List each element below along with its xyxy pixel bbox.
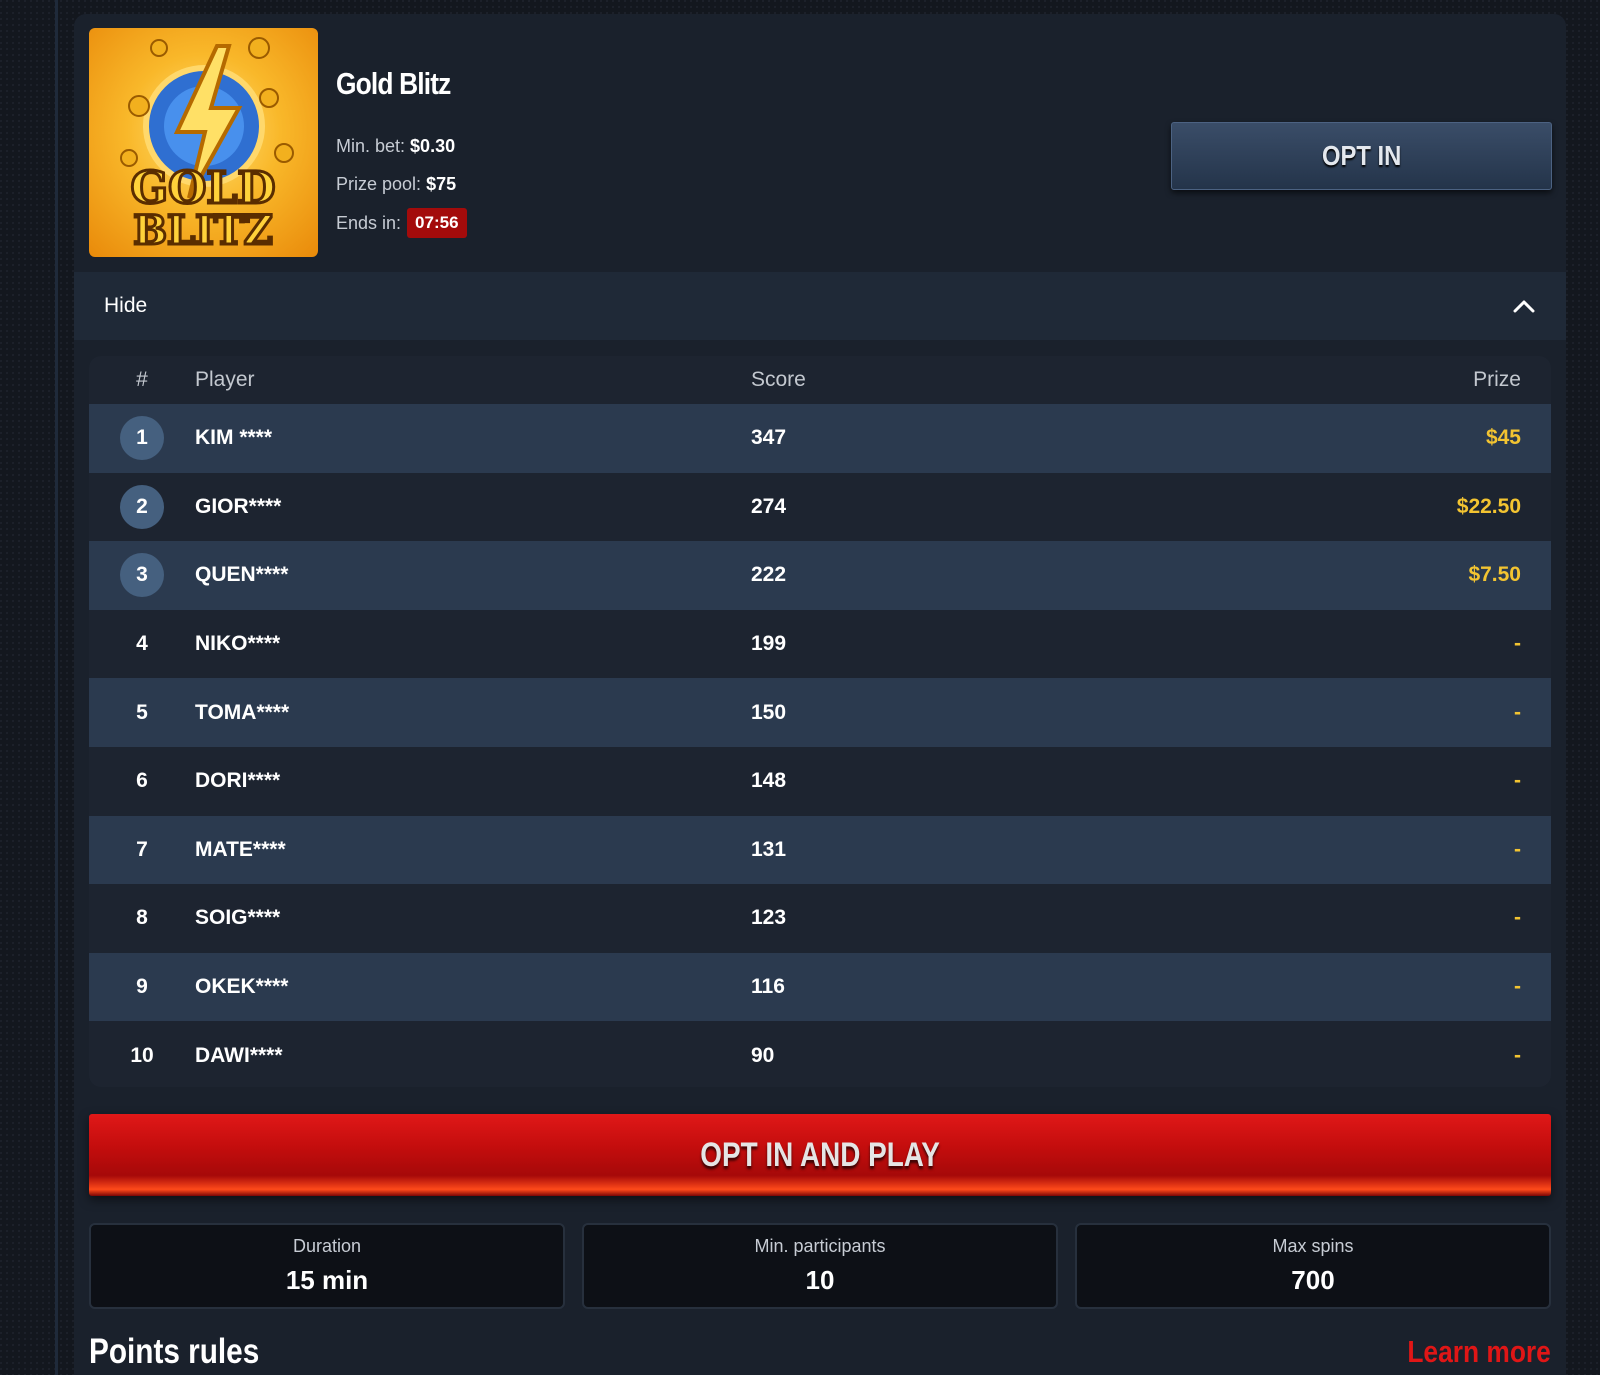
min-bet: Min. bet: $0.30 [336, 136, 455, 157]
stat-max-spins: Max spins 700 [1075, 1223, 1551, 1309]
ends-in: Ends in: 07:56 [336, 208, 467, 238]
hide-label: Hide [104, 294, 148, 317]
points-rules-heading: Points rules [89, 1332, 260, 1371]
table-row: 7 MATE**** 131 - [89, 815, 1551, 885]
leaderboard-table: # Player Score Prize 1 KIM **** 347 $45 … [89, 356, 1551, 1087]
min-bet-value: $0.30 [410, 136, 456, 156]
rank-badge: 1 [120, 416, 164, 461]
rank-number: 7 [136, 837, 148, 861]
player-name: OKEK**** [195, 975, 289, 999]
opt-in-and-play-button[interactable]: OPT IN AND PLAY [89, 1114, 1551, 1196]
player-score: 222 [751, 563, 787, 587]
rank-number: 9 [136, 975, 148, 999]
player-name: MATE**** [195, 837, 286, 861]
player-name: DORI**** [195, 769, 281, 793]
player-prize: $7.50 [1468, 563, 1521, 587]
game-thumbnail[interactable]: GOLD BLITZ [89, 28, 318, 257]
prize-pool: Prize pool: $75 [336, 174, 456, 195]
column-header-score: Score [751, 368, 806, 391]
player-prize: - [1514, 906, 1521, 930]
stat-duration: Duration 15 min [89, 1223, 565, 1309]
player-name: TOMA**** [195, 700, 290, 724]
stat-label: Duration [292, 1236, 362, 1256]
player-name: DAWI**** [195, 1043, 283, 1067]
column-header-rank: # [136, 368, 148, 391]
game-title: Gold Blitz [336, 66, 451, 101]
rank-number: 6 [136, 769, 148, 793]
countdown-timer: 07:56 [407, 208, 467, 238]
player-prize: - [1514, 632, 1521, 656]
player-score: 199 [751, 632, 787, 656]
prize-pool-label: Prize pool: [336, 174, 422, 194]
opt-in-button-label: OPT IN [1321, 140, 1402, 171]
ends-in-label: Ends in: [336, 212, 402, 233]
tournament-header: GOLD BLITZ Gold Blitz Min. bet: $0.30 Pr… [89, 28, 1552, 258]
player-score: 150 [751, 700, 787, 724]
table-row: 3 QUEN**** 222 $7.50 [89, 541, 1551, 610]
prize-pool-value: $75 [426, 174, 457, 194]
opt-in-button[interactable]: OPT IN [1171, 122, 1552, 190]
rank-badge: 2 [120, 484, 164, 529]
table-row: 10 DAWI**** 90 - [89, 1021, 1551, 1087]
table-row: 1 KIM **** 347 $45 [89, 404, 1551, 473]
player-prize: - [1514, 975, 1521, 999]
tournament-stats: Duration 15 min Min. participants 10 Max… [89, 1223, 1551, 1309]
player-prize: $45 [1485, 426, 1521, 450]
player-score: 116 [751, 975, 785, 999]
left-rail [55, 0, 58, 1375]
table-row: 4 NIKO**** 199 - [89, 609, 1551, 679]
tournament-card: GOLD BLITZ Gold Blitz Min. bet: $0.30 Pr… [74, 14, 1566, 1375]
player-prize: - [1514, 769, 1521, 793]
table-row: 6 DORI**** 148 - [89, 746, 1551, 816]
column-header-player: Player [195, 368, 255, 391]
player-name: SOIG**** [195, 906, 281, 930]
rank-number: 4 [136, 632, 148, 656]
table-row: 5 TOMA**** 150 - [89, 678, 1551, 747]
player-score: 347 [751, 426, 787, 450]
learn-more-link[interactable]: Learn more [1407, 1334, 1551, 1370]
opt-in-and-play-label: OPT IN AND PLAY [700, 1135, 940, 1174]
player-score: 90 [751, 1043, 775, 1067]
stat-min-participants: Min. participants 10 [582, 1223, 1058, 1309]
hide-toggle-bar[interactable]: Hide [74, 272, 1566, 340]
min-bet-label: Min. bet: [336, 136, 406, 156]
player-score: 123 [751, 906, 787, 930]
player-name: KIM **** [195, 426, 273, 450]
logo-text-blitz: BLITZ [133, 207, 273, 254]
stat-label: Max spins [1272, 1236, 1354, 1256]
player-prize: - [1514, 837, 1521, 861]
stat-label: Min. participants [754, 1236, 886, 1256]
table-row: 2 GIOR**** 274 $22.50 [89, 472, 1551, 542]
table-row: 8 SOIG**** 123 - [89, 884, 1551, 953]
chevron-up-icon[interactable] [1512, 294, 1536, 318]
rank-number: 8 [136, 906, 148, 930]
player-name: NIKO**** [195, 632, 281, 656]
player-name: QUEN**** [195, 563, 289, 587]
player-score: 148 [751, 769, 787, 793]
rank-number: 5 [136, 700, 148, 724]
column-header-prize: Prize [1473, 368, 1521, 391]
player-prize: - [1514, 700, 1521, 724]
player-score: 274 [751, 494, 787, 518]
stat-value: 15 min [285, 1265, 369, 1295]
player-prize: $22.50 [1456, 494, 1521, 518]
gold-blitz-logo-icon: GOLD BLITZ [120, 37, 294, 256]
leaderboard-header: # Player Score Prize [89, 356, 1551, 404]
table-row: 9 OKEK**** 116 - [89, 952, 1551, 1022]
rank-badge: 3 [120, 553, 164, 598]
rank-number: 10 [130, 1043, 154, 1067]
player-name: GIOR**** [195, 494, 282, 518]
player-score: 131 [751, 837, 787, 861]
stat-value: 700 [1291, 1265, 1335, 1295]
player-prize: - [1514, 1043, 1521, 1067]
stat-value: 10 [805, 1265, 835, 1295]
